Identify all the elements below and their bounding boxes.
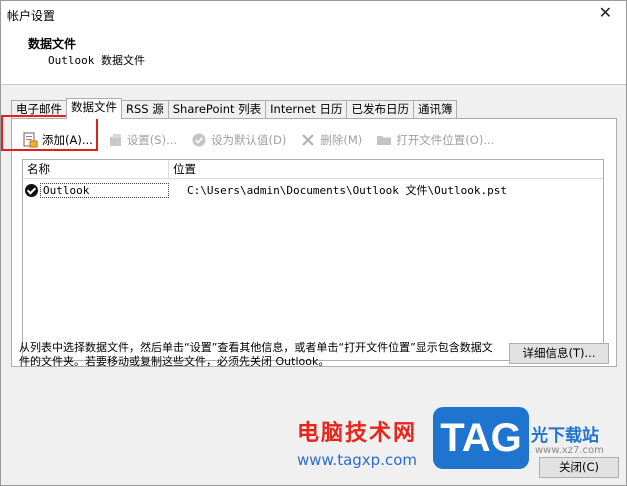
window-close-icon[interactable]: ✕ <box>599 5 612 21</box>
toolbar: 添加(A)... 设置(S)... 设为默认值(D) 删除(M) 打开文件位置(… <box>22 129 508 151</box>
tab-rss[interactable]: RSS 源 <box>121 100 169 119</box>
close-button[interactable]: 关闭(C) <box>539 457 619 478</box>
help-text: 从列表中选择数据文件，然后单击“设置”查看其他信息，或者单击“打开文件位置”显示… <box>19 341 493 368</box>
open-location-button[interactable]: 打开文件位置(O)... <box>376 130 494 150</box>
dialog-header: 数据文件 Outlook 数据文件 <box>1 27 626 85</box>
settings-button-label: 设置(S)... <box>126 133 178 147</box>
default-check-icon <box>25 183 38 197</box>
watermark-url: www.tagxp.com <box>297 451 417 469</box>
tab-address-book[interactable]: 通讯簿 <box>412 100 458 119</box>
tab-strip: 电子邮件 数据文件 RSS 源 SharePoint 列表 Internet 日… <box>11 98 458 119</box>
list-item-location: C:\Users\admin\Documents\Outlook 文件\Outl… <box>187 184 508 197</box>
header-subtitle: Outlook 数据文件 <box>48 54 145 67</box>
tab-email[interactable]: 电子邮件 <box>11 100 67 119</box>
data-file-list[interactable]: 名称 位置 Outlook C:\Users\admin\Documents\O… <box>22 159 604 361</box>
title-bar: 帐户设置 ✕ <box>1 1 626 27</box>
tab-panel: 添加(A)... 设置(S)... 设为默认值(D) 删除(M) 打开文件位置(… <box>11 118 617 367</box>
folder-icon <box>376 132 392 148</box>
add-button[interactable]: 添加(A)... <box>22 130 93 150</box>
add-file-icon <box>22 132 38 148</box>
open-location-button-label: 打开文件位置(O)... <box>396 133 495 147</box>
check-circle-icon <box>191 132 207 148</box>
add-button-label: 添加(A)... <box>42 133 93 147</box>
set-default-button[interactable]: 设为默认值(D) <box>191 130 286 150</box>
window-title: 帐户设置 <box>7 9 56 23</box>
delete-button[interactable]: 删除(M) <box>300 130 362 150</box>
delete-x-icon <box>300 132 316 148</box>
list-item[interactable]: Outlook C:\Users\admin\Documents\Outlook… <box>25 181 601 199</box>
tab-published-calendar[interactable]: 已发布日历 <box>346 100 414 119</box>
tab-internet-calendar[interactable]: Internet 日历 <box>265 100 348 119</box>
column-header-name[interactable]: 名称 <box>23 160 169 179</box>
list-item-name: Outlook <box>40 182 169 198</box>
header-title: 数据文件 <box>28 37 77 51</box>
list-header: 名称 位置 <box>23 160 603 179</box>
settings-button[interactable]: 设置(S)... <box>107 130 177 150</box>
details-button[interactable]: 详细信息(T)... <box>509 343 609 364</box>
account-settings-window: 帐户设置 ✕ 数据文件 Outlook 数据文件 电子邮件 数据文件 RSS 源… <box>0 0 627 486</box>
column-header-location[interactable]: 位置 <box>169 160 603 179</box>
tab-data-files[interactable]: 数据文件 <box>66 98 122 119</box>
watermark-logo-url: www.xz7.com <box>535 445 604 456</box>
watermark-logo-subtitle: 光下载站 <box>531 426 599 446</box>
tab-sharepoint[interactable]: SharePoint 列表 <box>167 100 267 119</box>
delete-button-label: 删除(M) <box>320 133 363 147</box>
settings-icon <box>107 132 123 148</box>
watermark-text: 电脑技术网 <box>297 421 418 446</box>
dialog-body: 电子邮件 数据文件 RSS 源 SharePoint 列表 Internet 日… <box>1 85 626 485</box>
set-default-button-label: 设为默认值(D) <box>211 133 287 147</box>
watermark-logo: TAG <box>433 407 529 469</box>
